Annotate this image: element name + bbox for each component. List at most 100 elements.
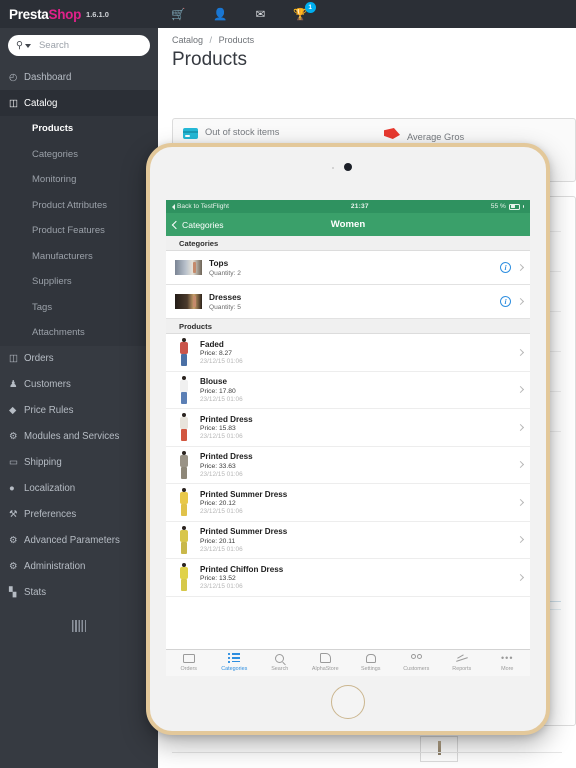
category-quantity: Quantity: 2 bbox=[209, 269, 241, 277]
tab-categories[interactable]: Categories bbox=[212, 652, 258, 672]
submenu-item-product-features[interactable]: Product Features bbox=[0, 218, 158, 244]
product-price: Price: 20.12 bbox=[200, 500, 236, 507]
sidebar-item-dashboard[interactable]: ◴ Dashboard bbox=[0, 64, 158, 90]
tab-bar: Orders Categories Search AlphaStore Sett… bbox=[166, 649, 530, 676]
submenu-item-manufacturers[interactable]: Manufacturers bbox=[0, 244, 158, 270]
sidebar-item-label: Dashboard bbox=[24, 71, 72, 83]
sidebar-item-label: Orders bbox=[24, 353, 54, 364]
sidebar-collapse-handle[interactable] bbox=[72, 620, 86, 632]
search-input[interactable]: Search bbox=[39, 40, 69, 51]
sidebar-item-stats[interactable]: ▚ Stats bbox=[0, 580, 158, 606]
sidebar-item-label: Customers bbox=[24, 379, 71, 390]
catalog-icon: ◫ bbox=[9, 97, 18, 109]
product-name: Faded bbox=[200, 339, 224, 349]
chevron-right-icon bbox=[516, 348, 525, 356]
administration-icon: ⚙ bbox=[9, 561, 18, 572]
product-row[interactable]: Printed Dress Price: 15.83 23/12/15 01:0… bbox=[166, 409, 530, 447]
product-row[interactable]: Faded Price: 8.27 23/12/15 01:06 bbox=[166, 334, 530, 372]
product-thumbnail bbox=[175, 337, 192, 367]
customers-tab-icon bbox=[410, 652, 422, 664]
sidebar-item-administration[interactable]: ⚙ Administration bbox=[0, 554, 158, 580]
product-thumbnail bbox=[175, 562, 192, 592]
chevron-down-icon[interactable] bbox=[24, 43, 31, 48]
advanced-parameters-icon: ⚙ bbox=[9, 535, 18, 546]
sidebar-item-advanced-parameters[interactable]: ⚙ Advanced Parameters bbox=[0, 528, 158, 554]
product-name: Printed Summer Dress bbox=[200, 489, 288, 499]
nav-back-button[interactable]: Categories bbox=[171, 220, 224, 230]
sidebar-item-shipping[interactable]: ▭ Shipping bbox=[0, 450, 158, 476]
submenu-item-tags[interactable]: Tags bbox=[0, 295, 158, 321]
sidebar-item-label: Preferences bbox=[24, 509, 77, 520]
submenu-item-products[interactable]: Products bbox=[0, 116, 158, 142]
modules-icon: ⚙ bbox=[9, 431, 18, 442]
brand-logo[interactable]: Presta Shop 1.6.1.0 bbox=[0, 0, 158, 28]
category-row[interactable]: Tops Quantity: 2 i bbox=[166, 251, 530, 285]
section-header-categories: Categories bbox=[166, 236, 530, 251]
submenu-item-product-attributes[interactable]: Product Attributes bbox=[0, 193, 158, 219]
cart-icon[interactable]: 🛒 bbox=[171, 7, 185, 21]
dashboard-icon: ◴ bbox=[9, 71, 18, 83]
tab-settings[interactable]: Settings bbox=[348, 652, 394, 672]
sidebar-item-price-rules[interactable]: ◆ Price Rules bbox=[0, 398, 158, 424]
product-row[interactable]: Printed Summer Dress Price: 20.11 23/12/… bbox=[166, 521, 530, 559]
back-triangle-icon bbox=[172, 203, 175, 210]
sidebar-item-localization[interactable]: ● Localization bbox=[0, 476, 158, 502]
top-bar: 🛒 👤 ✉ 🏆 1 bbox=[158, 0, 576, 28]
info-icon[interactable]: i bbox=[500, 262, 511, 273]
product-date: 23/12/15 01:06 bbox=[200, 470, 243, 478]
home-button[interactable] bbox=[331, 685, 365, 719]
tab-alphastore[interactable]: AlphaStore bbox=[303, 652, 349, 672]
price-rules-icon: ◆ bbox=[9, 405, 17, 416]
trophy-icon[interactable]: 🏆 1 bbox=[293, 2, 316, 21]
product-price: Price: 13.52 bbox=[200, 575, 236, 582]
product-row[interactable]: Printed Summer Dress Price: 20.12 23/12/… bbox=[166, 484, 530, 522]
background-divider bbox=[172, 752, 562, 753]
submenu-item-monitoring[interactable]: Monitoring bbox=[0, 167, 158, 193]
user-icon[interactable]: 👤 bbox=[213, 7, 227, 21]
sidebar-item-catalog[interactable]: ◫ Catalog bbox=[0, 90, 158, 116]
tab-search[interactable]: Search bbox=[257, 652, 303, 672]
content-list[interactable]: Categories Tops Quantity: 2 i Dresses Qu… bbox=[166, 236, 530, 649]
battery-icon bbox=[508, 203, 520, 210]
info-icon[interactable]: i bbox=[500, 296, 511, 307]
search-box[interactable]: ⚲ Search bbox=[8, 35, 150, 56]
breadcrumb-parent[interactable]: Catalog bbox=[172, 35, 203, 45]
sidebar-search: ⚲ Search bbox=[0, 28, 158, 64]
category-row[interactable]: Dresses Quantity: 5 i bbox=[166, 285, 530, 319]
ios-nav-bar: Categories Women bbox=[166, 213, 530, 236]
tab-more[interactable]: ••• More bbox=[485, 652, 531, 672]
alphastore-tab-icon bbox=[319, 652, 331, 664]
tab-orders[interactable]: Orders bbox=[166, 652, 212, 672]
categories-tab-icon bbox=[228, 652, 241, 664]
tab-label: Search bbox=[271, 665, 289, 672]
sidebar-item-label: Localization bbox=[24, 483, 76, 494]
chevron-left-icon bbox=[171, 220, 181, 229]
tab-label: Categories bbox=[221, 665, 248, 672]
mail-icon[interactable]: ✉ bbox=[256, 7, 266, 21]
sidebar-item-customers[interactable]: ♟ Customers bbox=[0, 372, 158, 398]
sidebar-item-preferences[interactable]: ⚒ Preferences bbox=[0, 502, 158, 528]
ios-status-bar: Back to TestFlight 21:37 55 % bbox=[166, 200, 530, 213]
product-row[interactable]: Blouse Price: 17.80 23/12/15 01:06 bbox=[166, 371, 530, 409]
product-price: Price: 33.63 bbox=[200, 462, 236, 470]
more-tab-icon: ••• bbox=[501, 652, 514, 663]
chevron-right-icon bbox=[516, 297, 525, 306]
sidebar-item-orders[interactable]: ◫ Orders bbox=[0, 346, 158, 372]
orders-tab-icon bbox=[182, 652, 195, 664]
product-date: 23/12/15 01:06 bbox=[200, 358, 243, 365]
submenu-item-categories[interactable]: Categories bbox=[0, 142, 158, 168]
product-date: 23/12/15 01:06 bbox=[200, 545, 243, 553]
settings-tab-icon bbox=[365, 652, 376, 664]
product-row[interactable]: Printed Dress Price: 33.63 23/12/15 01:0… bbox=[166, 446, 530, 484]
product-row[interactable]: Printed Chiffon Dress Price: 13.52 23/12… bbox=[166, 559, 530, 597]
sidebar-item-label: Stats bbox=[24, 587, 47, 598]
submenu-item-suppliers[interactable]: Suppliers bbox=[0, 269, 158, 295]
chevron-right-icon bbox=[516, 263, 525, 272]
sidebar-item-modules-and-services[interactable]: ⚙ Modules and Services bbox=[0, 424, 158, 450]
tab-reports[interactable]: Reports bbox=[439, 652, 485, 672]
screenshot-root: Presta Shop 1.6.1.0 ⚲ Search ◴ Dashboard … bbox=[0, 0, 576, 768]
tablet-screen: Back to TestFlight 21:37 55 % Categories… bbox=[166, 200, 530, 676]
back-to-testflight-button[interactable]: Back to TestFlight bbox=[172, 203, 229, 210]
tab-customers[interactable]: Customers bbox=[394, 652, 440, 672]
submenu-item-attachments[interactable]: Attachments bbox=[0, 320, 158, 346]
